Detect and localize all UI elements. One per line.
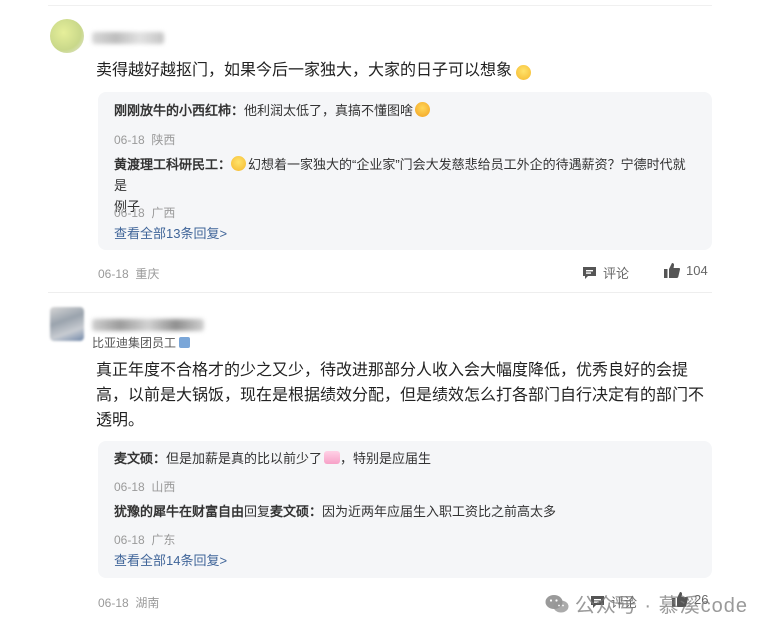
reply-to-author[interactable]: 麦文硕： bbox=[270, 504, 322, 519]
comment-text: 卖得越好越抠门，如果今后一家独大，大家的日子可以想象 bbox=[96, 62, 513, 79]
user-title: 比亚迪集团员工 bbox=[92, 336, 177, 350]
reply-text: 他利润太低了，真搞不懂图啥 bbox=[244, 103, 414, 118]
reply-author[interactable]: 黄渡理工科研民工： bbox=[114, 157, 231, 172]
reply-date: 06-18 bbox=[114, 533, 145, 547]
reply-text-after: ，特别是应届生 bbox=[340, 451, 432, 466]
username-blurred[interactable] bbox=[92, 32, 164, 44]
comment-region: 湖南 bbox=[135, 596, 160, 610]
reply-author[interactable]: 刚刚放牛的小西红柿： bbox=[114, 103, 244, 118]
reply-meta: 06-18 山西 bbox=[114, 478, 175, 495]
comment-button[interactable]: 评论 bbox=[582, 263, 629, 282]
reply-region: 陕西 bbox=[151, 133, 176, 147]
avatar[interactable] bbox=[50, 19, 84, 53]
comment-meta: 06-18 湖南 bbox=[98, 594, 159, 611]
reply-list: 麦文硕：但是加薪是真的比以前少了 ，特别是应届生 06-18 山西 犹豫的犀牛在财… bbox=[98, 441, 712, 578]
comment-text-line: 高，以前是大锅饭，现在是根据绩效分配，但是绩效怎么打各部门自行决定有的部门不 bbox=[96, 387, 705, 404]
comment-date: 06-18 bbox=[98, 596, 129, 610]
reply-date: 06-18 bbox=[114, 480, 145, 494]
reply-region: 广东 bbox=[151, 533, 176, 547]
reply-region: 广西 bbox=[151, 206, 176, 220]
see-all-replies-link[interactable]: 查看全部14条回复> bbox=[114, 550, 227, 569]
reply-author[interactable]: 麦文硕： bbox=[114, 451, 166, 466]
reply-region: 山西 bbox=[151, 480, 176, 494]
reply-author[interactable]: 犹豫的犀牛在财富自由 bbox=[114, 504, 244, 519]
watermark-text: 公众号 · 慕溪code bbox=[574, 595, 748, 617]
see-all-replies-link[interactable]: 查看全部13条回复> bbox=[114, 223, 227, 242]
comment-text-line: 透明。 bbox=[96, 412, 145, 429]
watermark: 公众号 · 慕溪code bbox=[545, 589, 748, 618]
like-count: 104 bbox=[686, 263, 708, 278]
reply-meta: 06-18 广东 bbox=[114, 531, 175, 548]
reply-item: 刚刚放牛的小西红柿：他利润太低了，真搞不懂图啥 bbox=[114, 100, 696, 121]
comment-region: 重庆 bbox=[135, 267, 160, 281]
laughing-emoji-icon bbox=[231, 156, 247, 171]
reply-list: 刚刚放牛的小西红柿：他利润太低了，真搞不懂图啥 06-18 陕西 黄渡理工科研民… bbox=[98, 92, 712, 250]
thumbs-up-icon bbox=[664, 263, 680, 278]
comment-text: 真正年度不合格才的少之又少，待改进那部分人收入会大幅度降低，优秀良好的会提 高，… bbox=[96, 358, 704, 433]
comment-date: 06-18 bbox=[98, 267, 129, 281]
gift-emoji-icon bbox=[324, 451, 341, 464]
reply-item: 犹豫的犀牛在财富自由回复麦文硕：因为近两年应届生入职工资比之前高太多 bbox=[114, 501, 696, 522]
comment-label: 评论 bbox=[603, 266, 630, 281]
comment-divider bbox=[48, 292, 712, 293]
avatar[interactable] bbox=[50, 307, 84, 341]
reply-meta: 06-18 广西 bbox=[114, 204, 175, 221]
comment-icon bbox=[583, 266, 596, 279]
reply-meta: 06-18 陕西 bbox=[114, 131, 175, 148]
reply-item: 麦文硕：但是加薪是真的比以前少了 ，特别是应届生 bbox=[114, 448, 696, 469]
laugh-cry-emoji-icon bbox=[415, 102, 431, 117]
reply-date: 06-18 bbox=[114, 133, 145, 147]
wechat-icon bbox=[545, 594, 569, 612]
reply-text: 但是加薪是真的比以前少了 bbox=[166, 451, 323, 466]
username-blurred[interactable] bbox=[92, 319, 204, 331]
like-button[interactable]: 104 bbox=[664, 263, 708, 278]
comment-meta: 06-18 重庆 bbox=[98, 265, 159, 282]
reply-text: 因为近两年应届生入职工资比之前高太多 bbox=[322, 504, 557, 519]
comment-text-line: 真正年度不合格才的少之又少，待改进那部分人收入会大幅度降低，优秀良好的会提 bbox=[96, 362, 689, 379]
laughing-emoji-icon bbox=[516, 65, 531, 80]
verified-badge-icon bbox=[179, 337, 191, 348]
reply-date: 06-18 bbox=[114, 206, 145, 220]
reply-item: 黄渡理工科研民工： 幻想着一家独大的“企业家”门会大发慈悲给员工外企的待遇薪资？宁… bbox=[114, 154, 696, 217]
reply-word: 回复 bbox=[244, 504, 271, 519]
top-divider bbox=[48, 5, 712, 6]
user-subtitle: 比亚迪集团员工 bbox=[92, 334, 191, 351]
